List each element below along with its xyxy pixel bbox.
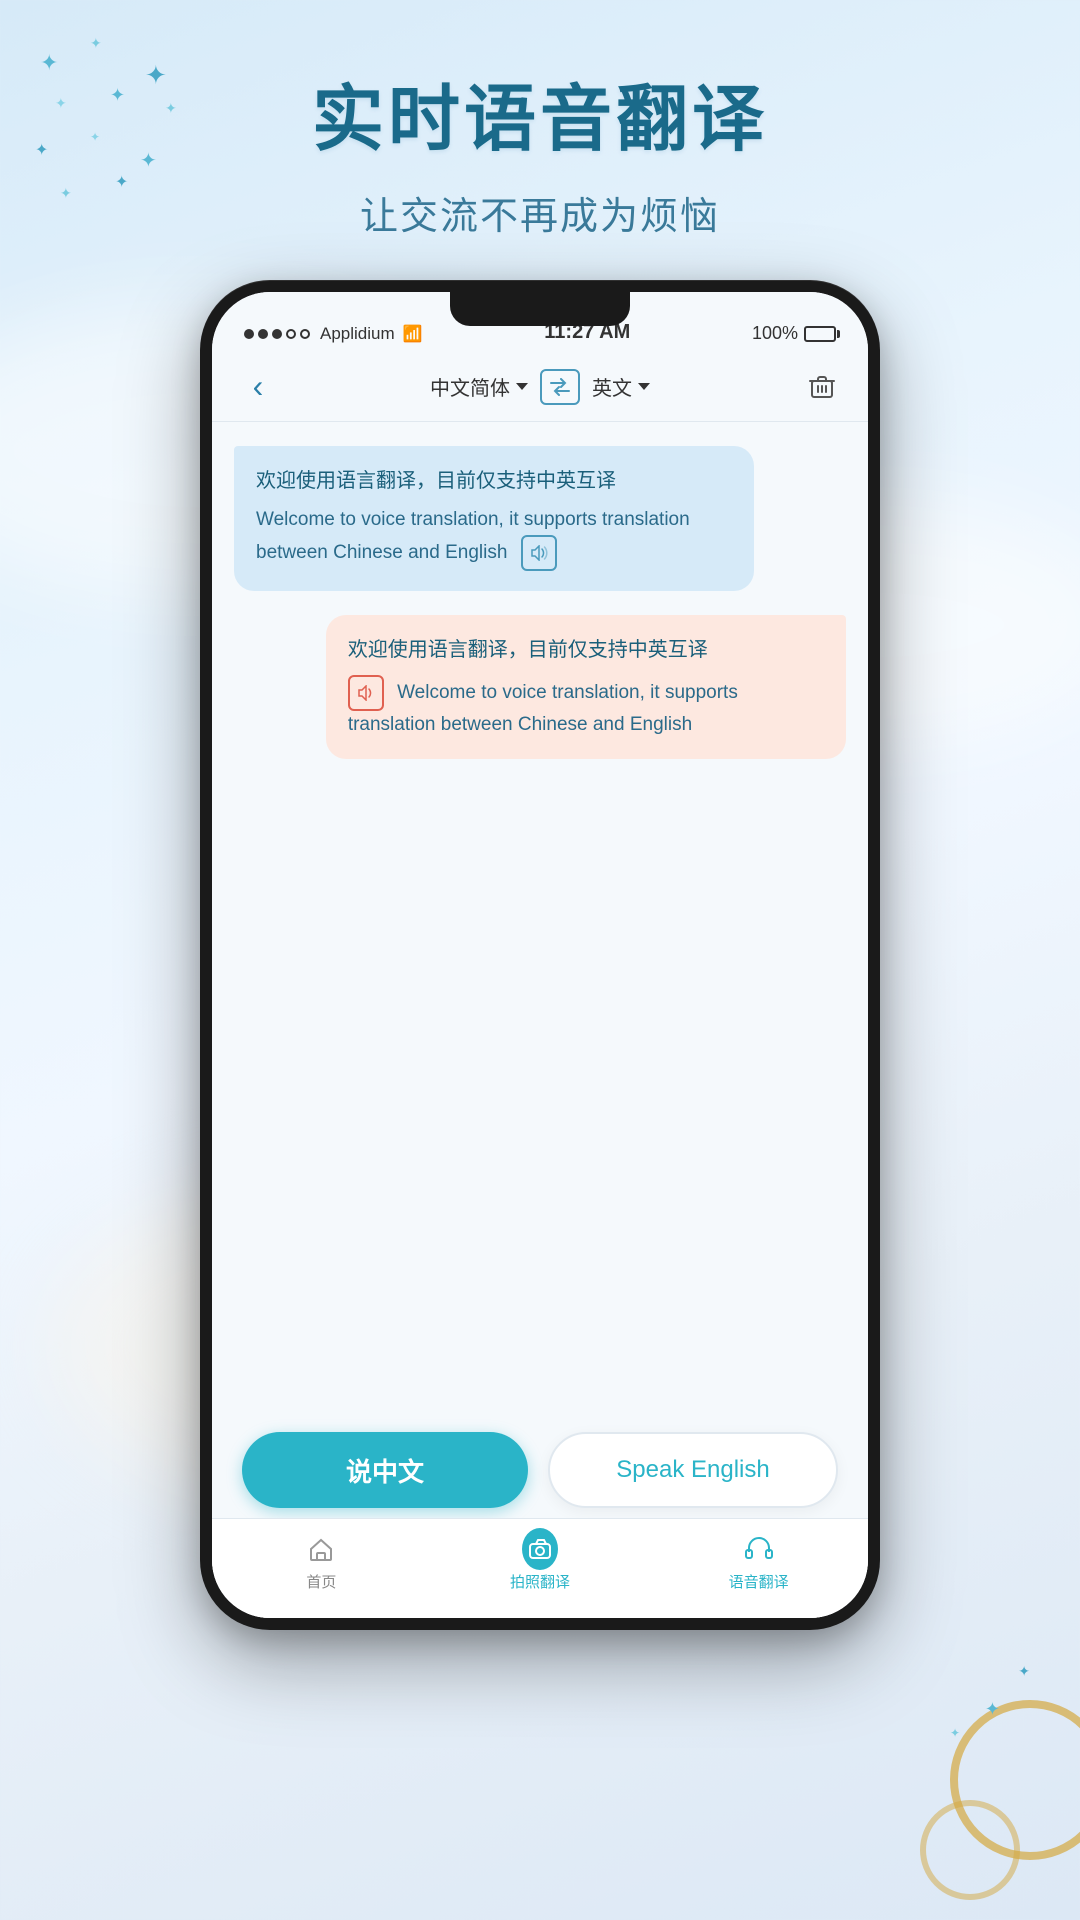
bubble-left-english: Welcome to voice translation, it support… [256, 506, 732, 571]
sparkle-br-1: ✦ [985, 1699, 1000, 1720]
bubble-right-chinese: 欢迎使用语言翻译，目前仅支持中英互译 [348, 635, 824, 665]
source-lang-arrow [516, 383, 528, 390]
bubble-right-english: Welcome to voice translation, it support… [348, 675, 824, 740]
phone-notch [450, 292, 630, 326]
message-bubble-left: 欢迎使用语言翻译，目前仅支持中英互译 Welcome to voice tran… [234, 446, 754, 591]
home-icon [303, 1531, 339, 1567]
nav-bar: ‹ 中文简体 [212, 352, 868, 422]
headphones-icon [741, 1531, 777, 1567]
message-bubble-right: 欢迎使用语言翻译，目前仅支持中英互译 Welcome to voice tran… [326, 615, 846, 760]
source-lang-selector[interactable]: 中文简体 [430, 372, 528, 401]
signal-dot-3 [272, 329, 282, 339]
tab-bar: 首页 拍照翻译 [212, 1518, 868, 1618]
tab-camera[interactable]: 拍照翻译 [431, 1531, 650, 1592]
nav-center: 中文简体 英文 [276, 369, 804, 405]
camera-icon [522, 1531, 558, 1567]
back-button[interactable]: ‹ [240, 369, 276, 405]
sub-title: 让交流不再成为烦恼 [0, 185, 1080, 240]
speak-chinese-button[interactable]: 说中文 [242, 1432, 528, 1508]
signal-dot-2 [258, 329, 268, 339]
source-lang-label: 中文简体 [430, 372, 510, 401]
sparkle-br-3: ✦ [950, 1726, 960, 1740]
tab-home[interactable]: 首页 [212, 1531, 431, 1592]
gold-circle-large [950, 1700, 1080, 1860]
speak-english-button[interactable]: Speak English [548, 1432, 838, 1508]
phone-screen: Applidium 📶 11:27 AM 100% ‹ [212, 292, 868, 1618]
carrier-name: Applidium [320, 324, 395, 344]
phone-frame: Applidium 📶 11:27 AM 100% ‹ [200, 280, 880, 1630]
audio-play-right[interactable] [348, 675, 384, 711]
target-lang-label: 英文 [592, 372, 632, 401]
signal-dot-5 [300, 329, 310, 339]
bottom-decoration: ✦ ✦ ✦ [880, 1720, 1080, 1920]
speak-chinese-label: 说中文 [346, 1452, 424, 1489]
target-lang-arrow [638, 383, 650, 390]
target-lang-selector[interactable]: 英文 [592, 372, 650, 401]
wifi-icon: 📶 [403, 324, 423, 344]
speak-english-label: Speak English [616, 1456, 769, 1484]
tab-voice-label: 语音翻译 [729, 1571, 789, 1592]
tab-home-label: 首页 [306, 1571, 336, 1592]
bubble-left-chinese: 欢迎使用语言翻译，目前仅支持中英互译 [256, 466, 732, 496]
tab-camera-label: 拍照翻译 [510, 1571, 570, 1592]
audio-play-left[interactable] [521, 535, 557, 571]
delete-button[interactable] [804, 369, 840, 405]
status-right: 100% [752, 323, 836, 344]
battery-percent: 100% [752, 323, 798, 344]
tab-voice[interactable]: 语音翻译 [649, 1531, 868, 1592]
battery-icon [804, 326, 836, 342]
gold-circle-small [920, 1800, 1020, 1900]
swap-languages-button[interactable] [540, 369, 580, 405]
signal-dot-1 [244, 329, 254, 339]
status-left: Applidium 📶 [244, 324, 423, 344]
main-title: 实时语音翻译 [0, 60, 1080, 165]
phone-mockup: Applidium 📶 11:27 AM 100% ‹ [200, 280, 880, 1630]
bottom-buttons: 说中文 Speak English [212, 1432, 868, 1508]
sparkle-br-2: ✦ [1018, 1663, 1030, 1680]
header: 实时语音翻译 让交流不再成为烦恼 [0, 0, 1080, 240]
signal-dot-4 [286, 329, 296, 339]
